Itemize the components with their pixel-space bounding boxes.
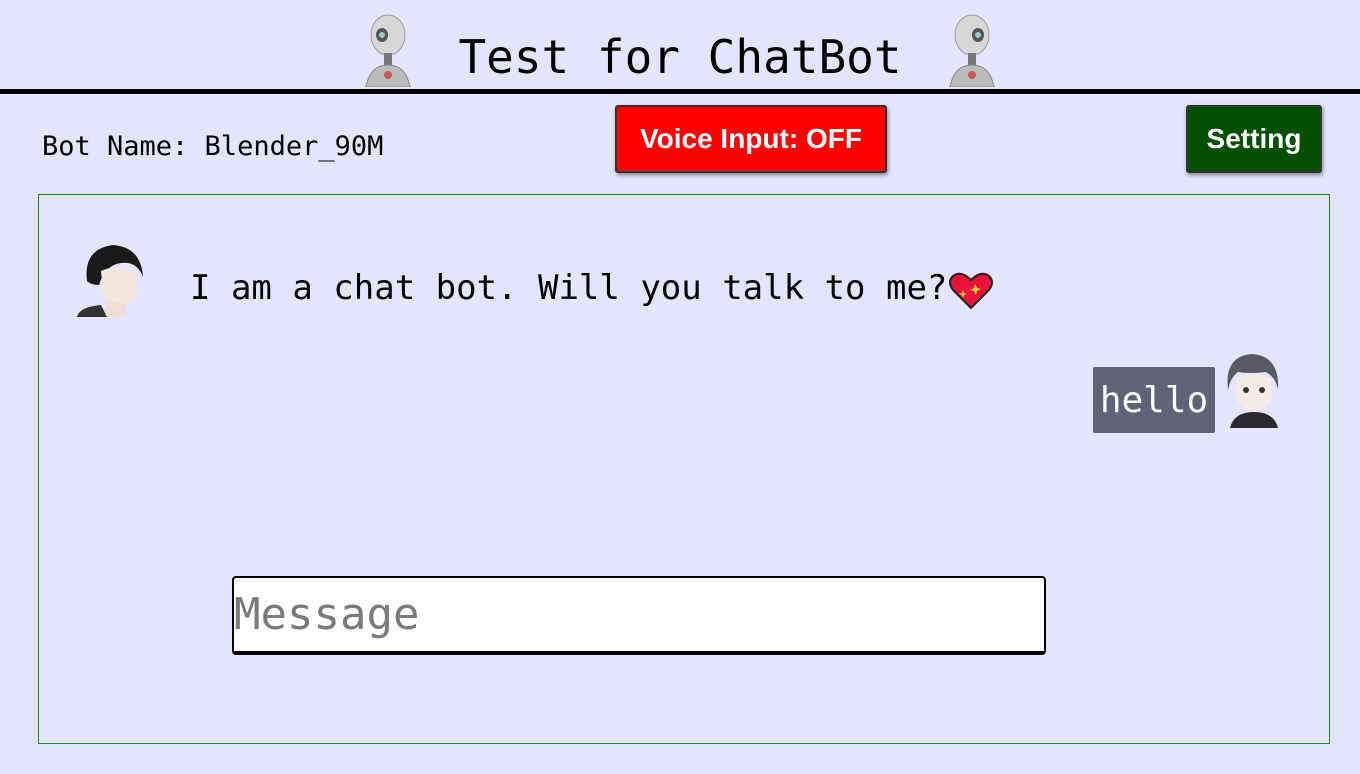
user-avatar [1227, 354, 1279, 428]
robot-icon [949, 14, 995, 87]
sparkling-heart-icon [949, 272, 994, 310]
page-title: Test for ChatBot [458, 29, 902, 84]
user-message-text: hello [1099, 379, 1209, 421]
page-header: Test for ChatBot [0, 0, 1360, 89]
bot-avatar [77, 245, 143, 317]
message-input[interactable] [232, 576, 1046, 655]
bot-name-label: Bot Name: Blender_90M [42, 131, 384, 162]
bot-message: I am a chat bot. Will you talk to me? [190, 268, 994, 310]
header-divider [0, 89, 1360, 94]
robot-icon [365, 14, 411, 87]
user-message: hello [1093, 367, 1215, 433]
setting-button[interactable]: Setting [1186, 105, 1322, 173]
voice-input-button[interactable]: Voice Input: OFF [615, 105, 887, 173]
bot-message-text: I am a chat bot. Will you talk to me? [190, 268, 948, 308]
